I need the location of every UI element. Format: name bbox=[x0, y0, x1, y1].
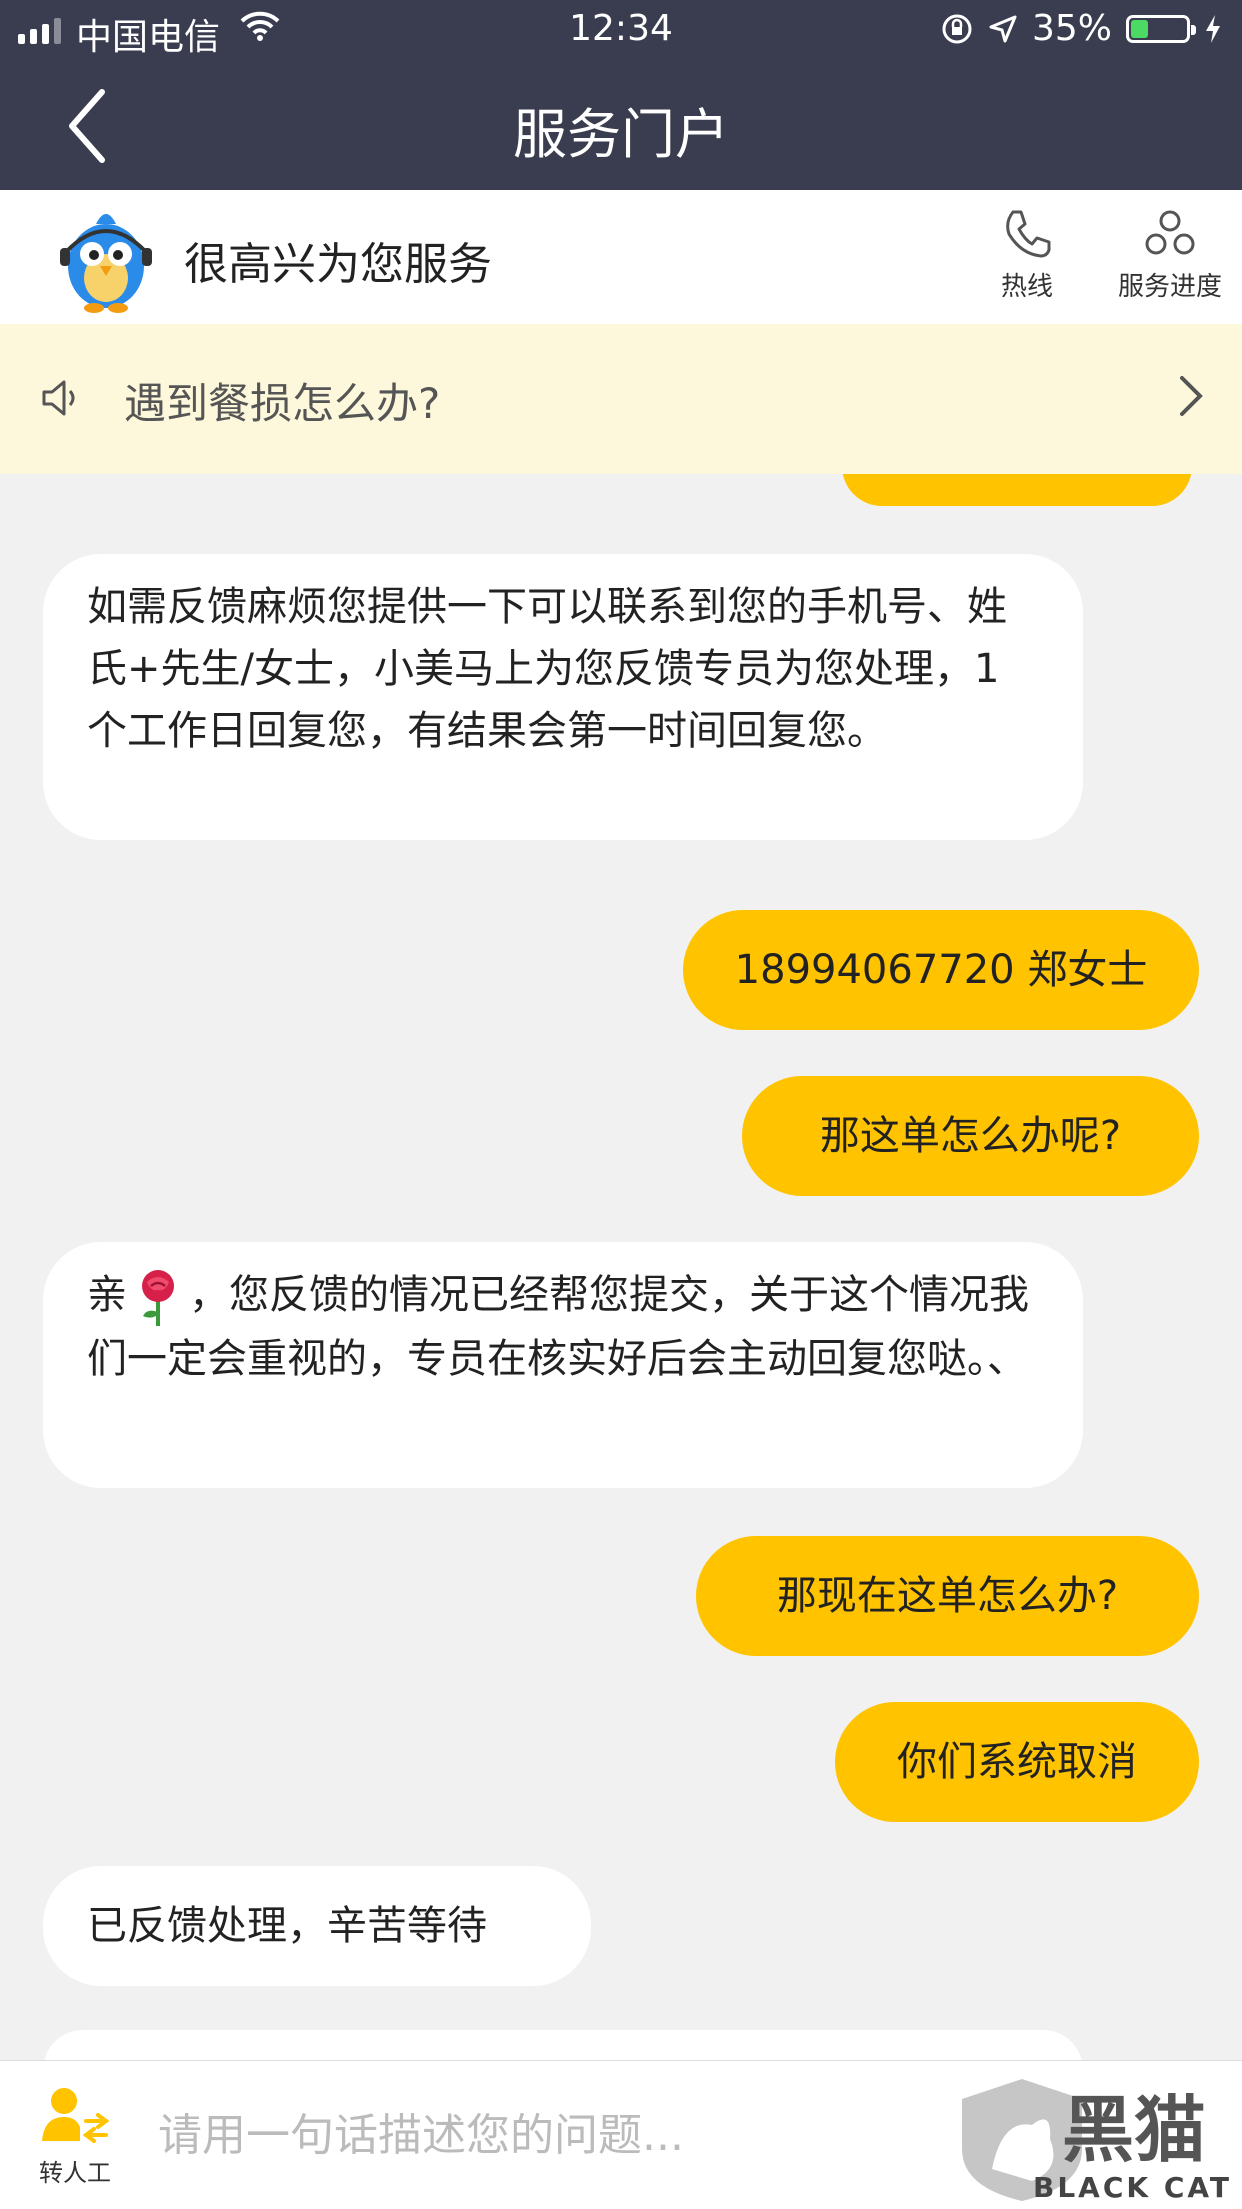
message-text: 那现在这单怎么办? bbox=[776, 1573, 1119, 1619]
message-input[interactable] bbox=[156, 2101, 920, 2169]
orientation-lock-icon bbox=[942, 14, 972, 43]
chevron-right-icon bbox=[1180, 376, 1203, 416]
input-bar: 转人工 黑猫 BLACK CAT bbox=[0, 2060, 1242, 2209]
person-transfer-icon bbox=[42, 2088, 110, 2143]
chat-area[interactable]: 如需反馈麻烦您提供一下可以联系到您的手机号、姓氏+先生/女士，小美马上为您反馈专… bbox=[0, 474, 1242, 2060]
speaker-icon bbox=[42, 380, 75, 416]
location-icon bbox=[989, 15, 1017, 42]
watermark-text: BLACK CAT bbox=[1033, 2171, 1232, 2204]
notice-text: 遇到餐损怎么办? bbox=[124, 379, 441, 428]
message-text: 你们系统取消 bbox=[897, 1739, 1137, 1785]
message-text: 那这单怎么办呢? bbox=[819, 1113, 1122, 1159]
message-text: 亲 bbox=[87, 1272, 127, 1318]
watermark-brand: 黑猫 bbox=[1061, 2088, 1206, 2172]
agent-message-bubble bbox=[43, 2030, 1083, 2060]
transfer-to-agent-button[interactable]: 转人工 bbox=[30, 2085, 120, 2188]
message-text: ，您反馈的情况已经帮您提交，关于这个情况我们一定会重视的，专员在核实好后会主动回… bbox=[87, 1272, 1029, 1382]
rose-emoji-icon bbox=[142, 1270, 174, 1326]
phone-icon bbox=[1006, 210, 1051, 258]
battery-icon bbox=[1126, 14, 1196, 43]
top-bar: 中国电信 12:34 35% 服务门户 bbox=[0, 0, 1242, 190]
user-message-bubble bbox=[842, 474, 1192, 506]
progress-icon bbox=[1145, 210, 1195, 255]
transfer-label: 转人工 bbox=[39, 2159, 111, 2187]
agent-message-bubble: 如需反馈麻烦您提供一下可以联系到您的手机号、姓氏+先生/女士，小美马上为您反馈专… bbox=[43, 554, 1083, 840]
bird-mascot-avatar bbox=[60, 214, 152, 313]
notice-bar[interactable]: 遇到餐损怎么办? bbox=[0, 324, 1242, 474]
page-title: 服务门户 bbox=[513, 103, 729, 166]
user-message-bubble: 18994067720 郑女士 bbox=[683, 910, 1199, 1030]
message-text: 如需反馈麻烦您提供一下可以联系到您的手机号、姓氏+先生/女士，小美马上为您反馈专… bbox=[87, 584, 1007, 754]
user-message-bubble: 那这单怎么办呢? bbox=[742, 1076, 1199, 1196]
hotline-label: 热线 bbox=[1000, 272, 1053, 302]
charging-icon bbox=[1206, 14, 1220, 43]
status-bar: 中国电信 12:34 35% bbox=[0, 0, 1242, 62]
user-message-bubble: 你们系统取消 bbox=[835, 1702, 1199, 1822]
message-text: 已反馈处理，辛苦等待 bbox=[87, 1903, 487, 1949]
battery-percent: 35% bbox=[1031, 8, 1112, 49]
agent-message-bubble: 亲 ，您反馈的情况已经帮您提交，关于这个情况我们一定会重视的，专员在核实好后会主… bbox=[43, 1242, 1083, 1488]
message-text: 18994067720 郑女士 bbox=[734, 947, 1148, 993]
progress-label: 服务进度 bbox=[1117, 272, 1222, 302]
hotline-button[interactable]: 热线 bbox=[992, 208, 1062, 303]
greeting-text: 很高兴为您服务 bbox=[184, 239, 492, 290]
user-message-bubble: 那现在这单怎么办? bbox=[696, 1536, 1199, 1656]
service-progress-button[interactable]: 服务进度 bbox=[1110, 208, 1230, 303]
agent-message-bubble: 已反馈处理，辛苦等待 bbox=[43, 1866, 591, 1986]
service-header: 很高兴为您服务 热线 服务进度 bbox=[0, 190, 1242, 324]
